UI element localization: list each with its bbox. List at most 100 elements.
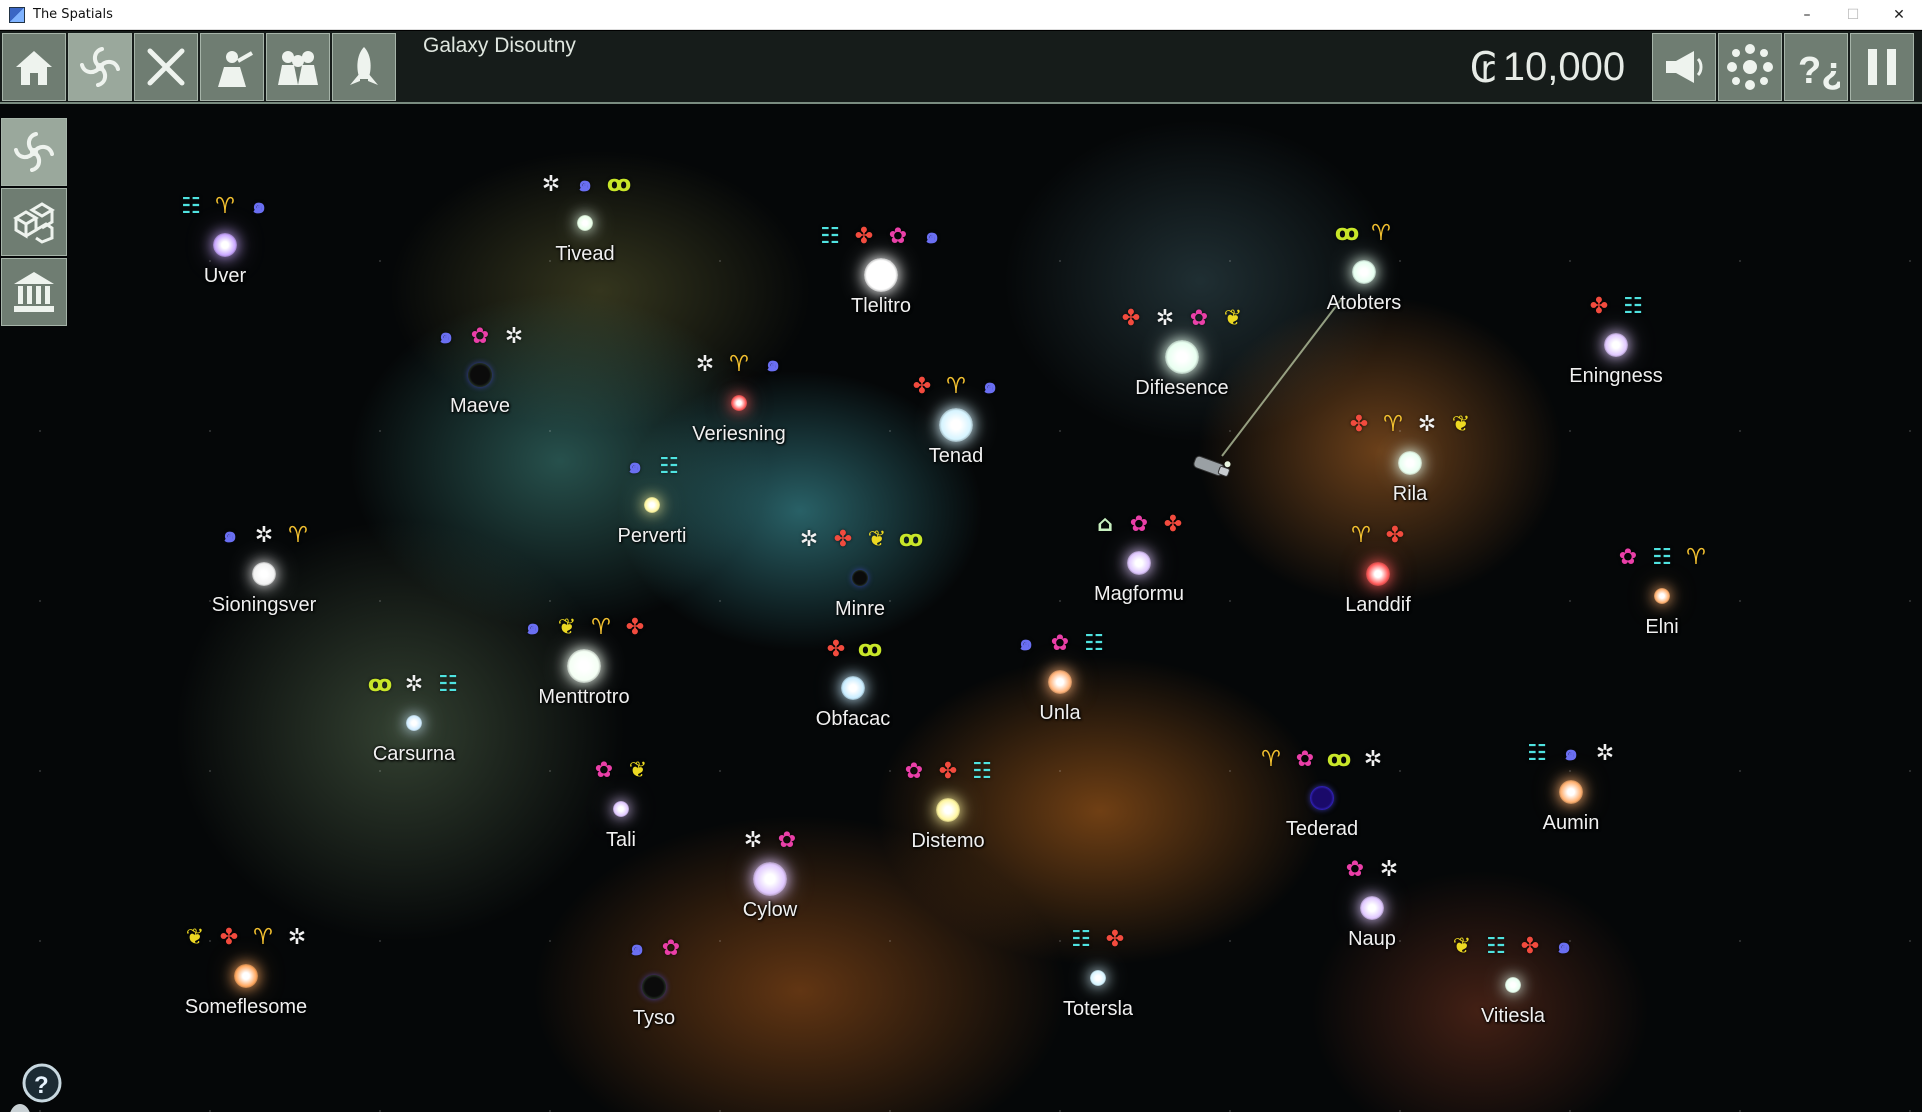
launch-button[interactable] [332, 33, 396, 101]
planet-icon[interactable] [468, 363, 492, 387]
house-resource-icon: ⌂ [1097, 512, 1113, 537]
network-button[interactable] [1718, 33, 1782, 101]
lion-resource-icon: ꝏ [857, 637, 883, 662]
planet-icon[interactable] [1366, 562, 1390, 586]
planet-icon[interactable] [213, 233, 237, 257]
planet-icon[interactable] [936, 798, 960, 822]
horns-resource-icon: ♈ [253, 925, 273, 950]
resource-icons: ✿ ✲ [1341, 856, 1403, 884]
star-resource-icon: ✲ [1595, 741, 1615, 766]
resource-icons: ☷ ✤ [1067, 926, 1129, 954]
sprout-resource-icon: ✤ [938, 759, 958, 784]
sprout-resource-icon: ✤ [625, 615, 645, 640]
planet-icon[interactable] [1398, 451, 1422, 475]
pause-button[interactable] [1850, 33, 1914, 101]
resource-icons: ✿ ✤ ☷ [900, 758, 996, 786]
crew-button[interactable] [266, 33, 330, 101]
sprout-resource-icon: ✤ [1349, 412, 1369, 437]
minimize-button[interactable]: – [1784, 0, 1830, 30]
cargo-resource-icon: ☷ [972, 759, 992, 784]
planet-icon[interactable] [841, 676, 865, 700]
planet-icon[interactable] [1127, 551, 1151, 575]
announcements-button[interactable] [1652, 33, 1716, 101]
sprout-resource-icon: ✤ [219, 925, 239, 950]
flower-resource-icon: ✿ [661, 936, 681, 961]
resource-icons: ✤ ♈ ✲ ❦ [1345, 411, 1475, 439]
star-resource-icon: ✲ [1155, 306, 1175, 331]
bug-resource-icon: ❦ [628, 758, 648, 783]
close-button[interactable]: ✕ [1876, 0, 1922, 30]
horns-resource-icon: ♈ [1261, 747, 1281, 772]
help-button[interactable]: ?¿ [1784, 33, 1848, 101]
spiral-resource-icon: ๑ [1557, 934, 1571, 959]
flower-resource-icon: ✿ [594, 758, 614, 783]
lion-resource-icon: ꝏ [1326, 747, 1352, 772]
planet-icon[interactable] [406, 715, 422, 731]
svg-text:?: ? [34, 1072, 49, 1099]
resource-icons: ☷ ✤ ✿ ๑ [816, 223, 946, 251]
combat-button[interactable] [134, 33, 198, 101]
pause-icon [1868, 49, 1896, 85]
star-resource-icon: ✲ [404, 672, 424, 697]
planet-icon[interactable] [644, 497, 660, 513]
system-name: Tali [605, 829, 637, 851]
flower-resource-icon: ✿ [1345, 857, 1365, 882]
cargo-resource-icon: ☷ [1084, 631, 1104, 656]
planet-icon[interactable] [613, 801, 629, 817]
system-name: Tenad [928, 445, 984, 467]
planet-icon[interactable] [1559, 780, 1583, 804]
planet-icon[interactable] [1360, 896, 1384, 920]
planet-icon[interactable] [1165, 340, 1199, 374]
inventory-button[interactable] [1, 188, 67, 256]
planet-icon[interactable] [753, 862, 787, 896]
planet-icon[interactable] [1090, 970, 1106, 986]
maximize-button[interactable]: ☐ [1830, 0, 1876, 30]
trade-button[interactable] [200, 33, 264, 101]
planet-icon[interactable] [252, 562, 276, 586]
system-name: Someflesome [184, 996, 308, 1018]
home-button[interactable] [2, 33, 66, 101]
system-name: Eningness [1569, 365, 1663, 387]
planet-icon[interactable] [852, 570, 868, 586]
planet-icon[interactable] [642, 975, 666, 999]
galaxy-map[interactable]: ☷ ♈ ๑ Uver ✲ ๑ ꝏ Tivead ☷ ✤ ✿ ๑ Tlelitro ꝏ ♈ Atobters ✤ ☷… [0, 31, 1922, 1112]
assistant-robot-icon[interactable]: ? [4, 1061, 64, 1112]
planet-icon[interactable] [1505, 977, 1521, 993]
resource-icons: ✲ ✤ ❦ ꝏ [795, 526, 925, 554]
planet-icon[interactable] [1048, 670, 1072, 694]
sprout-resource-icon: ✤ [826, 637, 846, 662]
cargo-resource-icon: ☷ [181, 194, 201, 219]
galaxy-button[interactable] [68, 33, 132, 101]
sprout-resource-icon: ✤ [833, 527, 853, 552]
planet-icon[interactable] [731, 395, 747, 411]
planet-icon[interactable] [1310, 786, 1334, 810]
resource-icons: ꝏ ♈ [1333, 220, 1395, 248]
crew-icon [278, 51, 318, 85]
planet-icon[interactable] [567, 649, 601, 683]
bank-button[interactable] [1, 258, 67, 326]
spiral-resource-icon: ๑ [630, 936, 644, 961]
star-resource-icon: ✲ [504, 324, 524, 349]
planet-icon[interactable] [577, 215, 593, 231]
planet-icon[interactable] [939, 408, 973, 442]
sprout-resource-icon: ✤ [1105, 927, 1125, 952]
bug-resource-icon: ❦ [557, 615, 577, 640]
system-name: Landdif [1345, 594, 1411, 616]
star-resource-icon: ✲ [743, 828, 763, 853]
planet-icon[interactable] [864, 258, 898, 292]
flower-resource-icon: ✿ [904, 759, 924, 784]
planet-icon[interactable] [1352, 260, 1376, 284]
galaxy-view-button[interactable] [1, 118, 67, 186]
star-resource-icon: ✲ [287, 925, 307, 950]
planet-icon[interactable] [234, 964, 258, 988]
horns-resource-icon: ♈ [215, 194, 235, 219]
lion-resource-icon: ꝏ [1334, 221, 1360, 246]
star-resource-icon: ✲ [541, 172, 561, 197]
planet-icon[interactable] [1604, 333, 1628, 357]
system-name: Sioningsver [211, 594, 317, 616]
planet-icon[interactable] [1654, 588, 1670, 604]
cargo-resource-icon: ☷ [659, 454, 679, 479]
cargo-resource-icon: ☷ [1652, 545, 1672, 570]
lion-resource-icon: ꝏ [898, 527, 924, 552]
spiral-resource-icon: ๑ [628, 454, 642, 479]
